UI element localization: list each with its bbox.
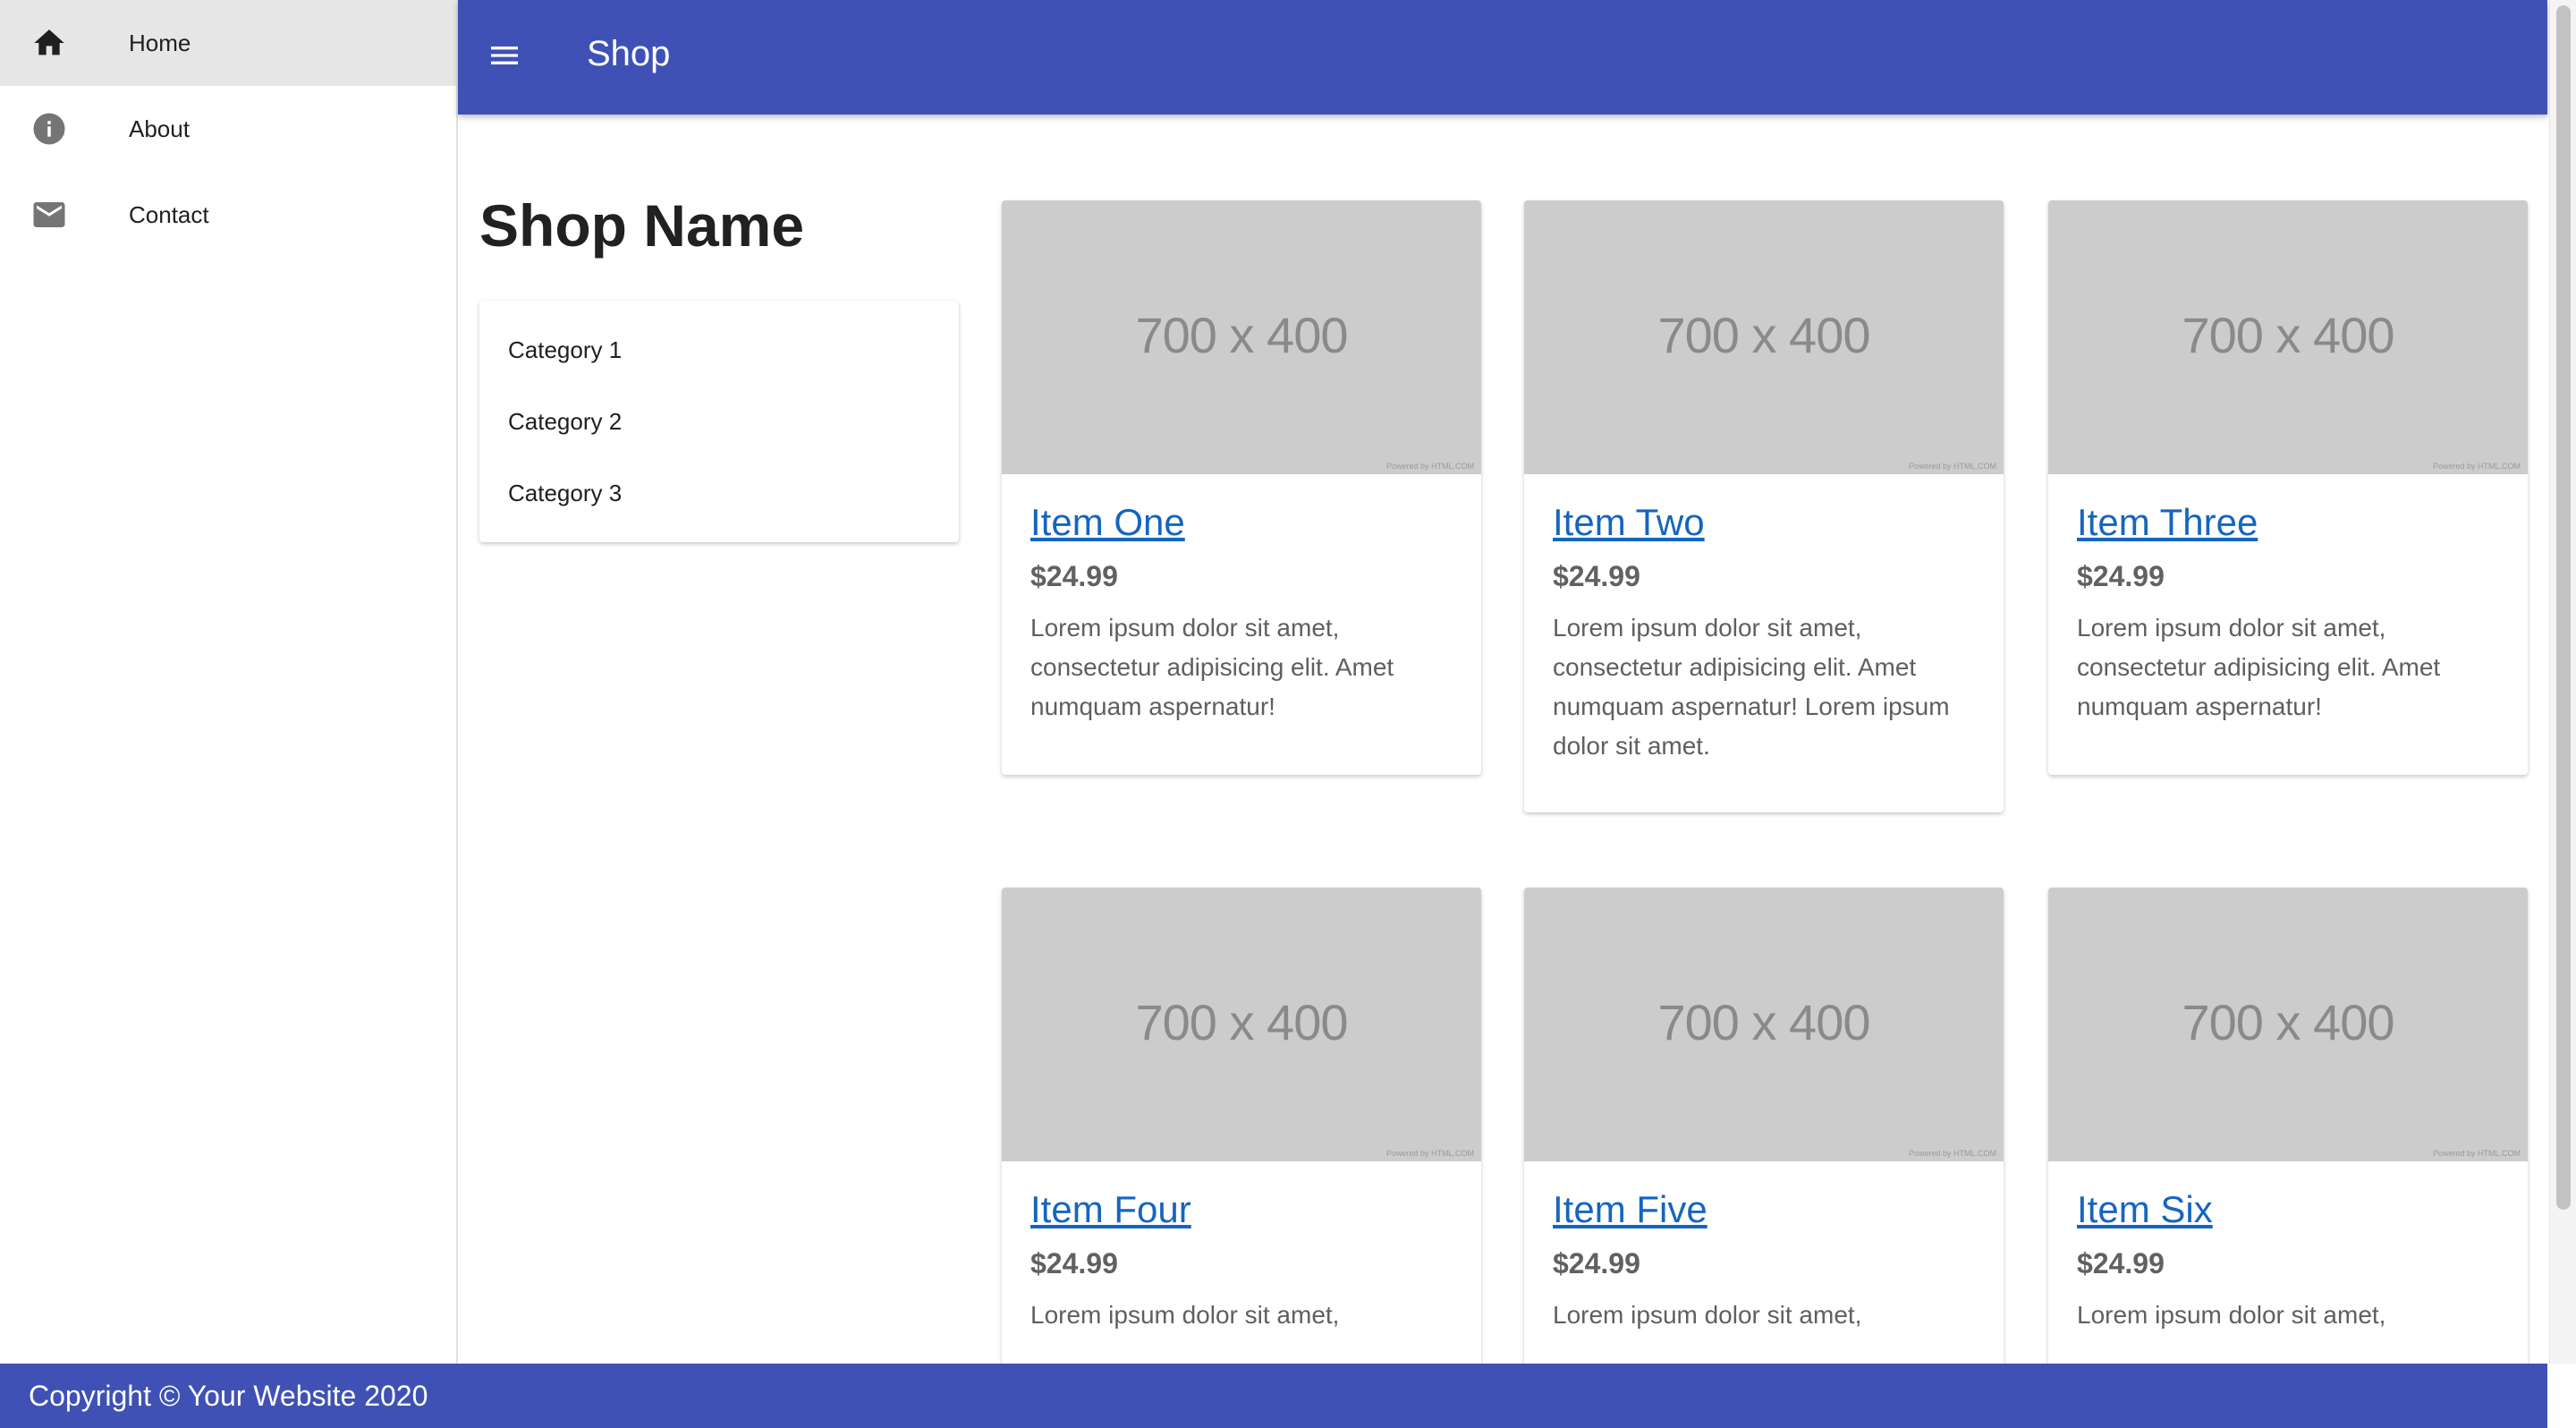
product-title-link[interactable]: Item Three xyxy=(2077,501,2258,544)
product-image-placeholder: 700 x 400 Powered by HTML.COM xyxy=(1524,200,2004,474)
product-image-placeholder: 700 x 400 Powered by HTML.COM xyxy=(1002,888,1481,1161)
product-price: $24.99 xyxy=(1030,1247,1118,1279)
image-credit: Powered by HTML.COM xyxy=(1908,462,1996,471)
mail-icon xyxy=(30,196,68,234)
product-title-link[interactable]: Item Four xyxy=(1030,1188,1191,1231)
product-image-placeholder: 700 x 400 Powered by HTML.COM xyxy=(1002,200,1481,474)
sidebar-item-home[interactable]: Home xyxy=(0,0,456,86)
home-icon xyxy=(30,24,68,62)
sidebar-item-label: Contact xyxy=(129,200,209,228)
menu-icon xyxy=(487,38,522,78)
product-description: Lorem ipsum dolor sit amet, consectetur … xyxy=(1553,614,1950,760)
product-card: 700 x 400 Powered by HTML.COM Item Six $… xyxy=(2048,888,2528,1389)
product-card: 700 x 400 Powered by HTML.COM Item One $… xyxy=(1002,200,1481,775)
app-title: Shop xyxy=(587,34,671,73)
product-card: 700 x 400 Powered by HTML.COM Item Four … xyxy=(1002,888,1481,1389)
image-credit: Powered by HTML.COM xyxy=(1908,1149,1996,1158)
image-credit: Powered by HTML.COM xyxy=(1385,1149,1474,1158)
product-image-placeholder: 700 x 400 Powered by HTML.COM xyxy=(2048,888,2528,1161)
product-card: 700 x 400 Powered by HTML.COM Item Two $… xyxy=(1524,200,2004,812)
sidebar-item-label: Home xyxy=(129,29,191,56)
scrollbar-thumb[interactable] xyxy=(2556,5,2571,1210)
image-size-label: 700 x 400 xyxy=(2182,307,2395,363)
product-title-link[interactable]: Item Five xyxy=(1553,1188,1707,1231)
sidebar-item-label: About xyxy=(129,115,190,142)
product-image-placeholder: 700 x 400 Powered by HTML.COM xyxy=(1524,888,2004,1161)
image-size-label: 700 x 400 xyxy=(1657,994,1871,1050)
product-title-link[interactable]: Item Six xyxy=(2077,1188,2213,1231)
product-title-link[interactable]: Item One xyxy=(1030,501,1185,544)
product-price: $24.99 xyxy=(2077,1247,2165,1279)
shop-name-heading: Shop Name xyxy=(479,192,805,259)
sidebar-item-contact[interactable]: Contact xyxy=(0,172,456,258)
image-credit: Powered by HTML.COM xyxy=(2432,1149,2521,1158)
product-image-placeholder: 700 x 400 Powered by HTML.COM xyxy=(2048,200,2528,474)
app-bar: Shop xyxy=(458,0,2547,115)
product-card: 700 x 400 Powered by HTML.COM Item Three… xyxy=(2048,200,2528,775)
product-description: Lorem ipsum dolor sit amet, consectetur … xyxy=(1030,614,1394,720)
product-card: 700 x 400 Powered by HTML.COM Item Five … xyxy=(1524,888,2004,1389)
product-description: Lorem ipsum dolor sit amet, xyxy=(2077,1301,2386,1329)
image-size-label: 700 x 400 xyxy=(1135,994,1349,1050)
image-credit: Powered by HTML.COM xyxy=(2432,462,2521,471)
vertical-scrollbar[interactable] xyxy=(2549,0,2576,1364)
category-item-1[interactable]: Category 1 xyxy=(508,336,622,364)
product-price: $24.99 xyxy=(1553,560,1640,592)
image-size-label: 700 x 400 xyxy=(1657,307,1871,363)
product-description: Lorem ipsum dolor sit amet, consectetur … xyxy=(2077,614,2441,720)
category-item-2[interactable]: Category 2 xyxy=(508,408,622,436)
image-size-label: 700 x 400 xyxy=(1135,307,1349,363)
product-price: $24.99 xyxy=(2077,560,2165,592)
image-size-label: 700 x 400 xyxy=(2182,994,2395,1050)
sidebar-item-about[interactable]: About xyxy=(0,86,456,172)
info-icon xyxy=(30,110,68,148)
footer: Copyright © Your Website 2020 xyxy=(0,1364,2547,1428)
product-description: Lorem ipsum dolor sit amet, xyxy=(1553,1301,1862,1329)
footer-copyright: Copyright © Your Website 2020 xyxy=(29,1380,428,1412)
product-price: $24.99 xyxy=(1553,1247,1640,1279)
category-list: Category 1 Category 2 Category 3 xyxy=(479,301,959,542)
menu-button[interactable] xyxy=(476,29,533,86)
category-item-3[interactable]: Category 3 xyxy=(508,480,622,507)
image-credit: Powered by HTML.COM xyxy=(1385,462,1474,471)
product-price: $24.99 xyxy=(1030,560,1118,592)
product-title-link[interactable]: Item Two xyxy=(1553,501,1705,544)
product-description: Lorem ipsum dolor sit amet, xyxy=(1030,1301,1340,1329)
sidebar-nav: Home About Contact xyxy=(0,0,458,1364)
